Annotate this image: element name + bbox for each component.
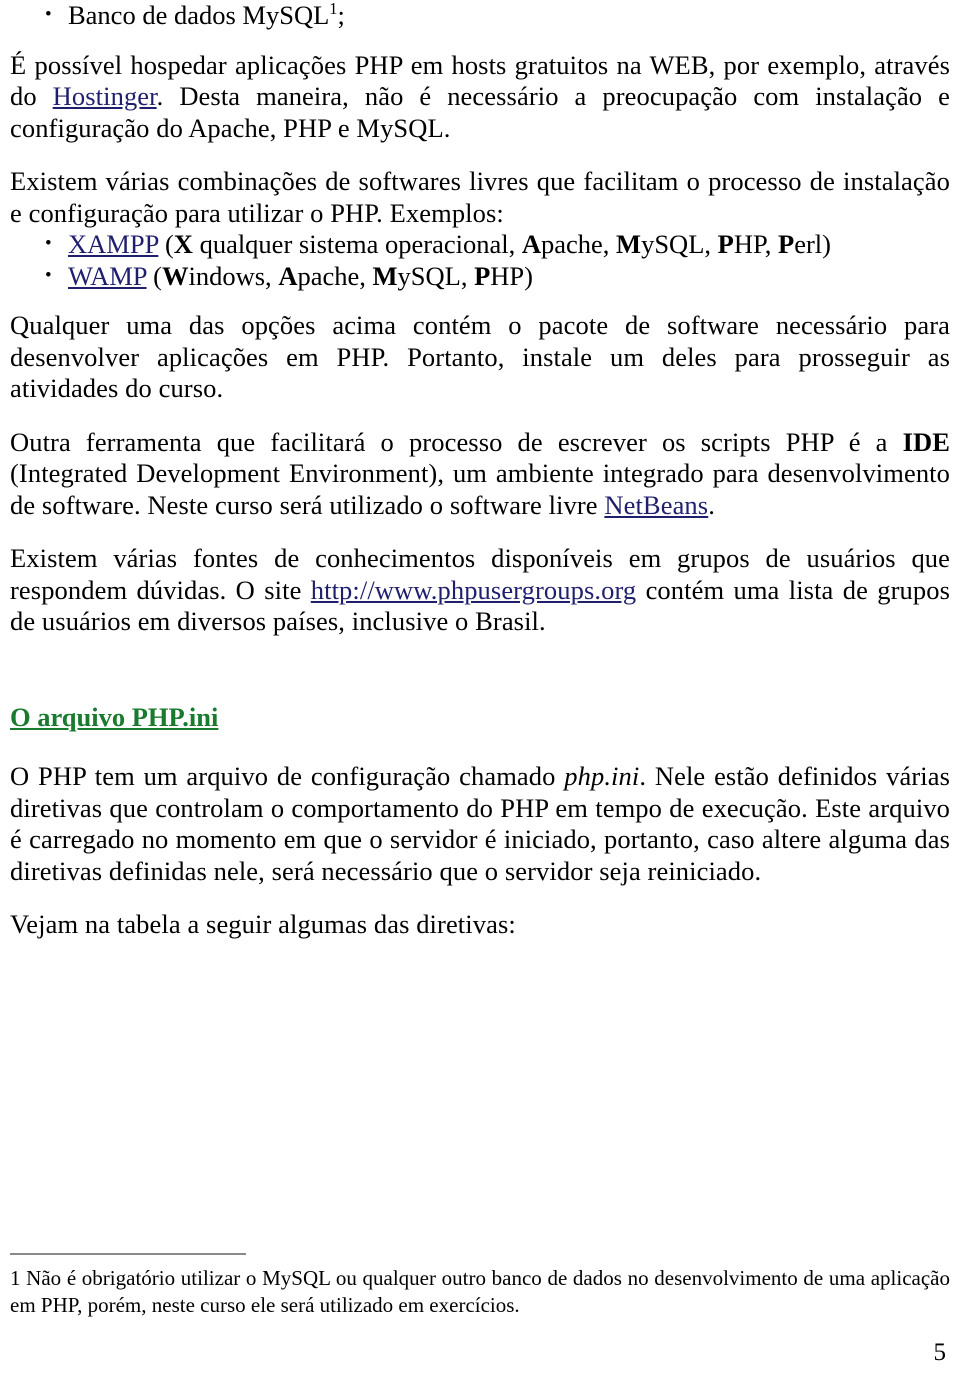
wamp-b2: A bbox=[278, 260, 298, 291]
xampp-t4: HP, bbox=[733, 229, 779, 259]
footnote-separator bbox=[10, 1253, 246, 1255]
paragraph-tabela: Vejam na tabela a seguir algumas das dir… bbox=[10, 909, 516, 939]
xampp-b3: M bbox=[616, 229, 642, 259]
xampp-open: ( bbox=[158, 229, 174, 259]
wamp-b3: M bbox=[372, 260, 398, 291]
bullet-mysql-suffix: ; bbox=[337, 0, 345, 30]
list-item-wamp: WAMP (Windows, Apache, MySQL, PHP) bbox=[10, 260, 950, 293]
page-title-phpini: O arquivo PHP.ini bbox=[10, 701, 219, 732]
wamp-b1: W bbox=[161, 260, 189, 291]
footnote-marker-ref: 1 bbox=[329, 0, 338, 19]
link-phpusergroups[interactable]: http://www.phpusergroups.org bbox=[311, 575, 636, 605]
footnote-number: 1 bbox=[10, 1266, 21, 1290]
bullet-mysql-text: Banco de dados MySQL bbox=[68, 0, 330, 30]
paragraph-phpini: O PHP tem um arquivo de configuração cha… bbox=[10, 761, 950, 887]
footnote-body: Não é obrigatório utilizar o MySQL ou qu… bbox=[10, 1266, 950, 1317]
wamp-t4: HP) bbox=[490, 260, 533, 291]
link-hostinger[interactable]: Hostinger bbox=[53, 81, 157, 111]
wamp-b4: P bbox=[474, 260, 491, 291]
xampp-t2: pache, bbox=[541, 229, 617, 259]
xampp-t5: erl) bbox=[794, 229, 831, 259]
paragraph-phpini-italic: php.ini bbox=[564, 761, 640, 791]
wamp-t2: pache, bbox=[297, 260, 373, 291]
examples-bullet-list: XAMPP (X qualquer sistema operacional, A… bbox=[10, 228, 950, 293]
xampp-b4: P bbox=[717, 229, 734, 259]
paragraph-ide-part1: Outra ferramenta que facilitará o proces… bbox=[10, 426, 903, 457]
paragraph-ide: Outra ferramenta que facilitará o proces… bbox=[10, 427, 950, 522]
xampp-t3: ySQL, bbox=[641, 229, 718, 259]
paragraph-fontes: Existem várias fontes de conhecimentos d… bbox=[10, 543, 950, 638]
xampp-b5: P bbox=[778, 229, 795, 259]
paragraph-phpini-part1: O PHP tem um arquivo de configuração cha… bbox=[10, 761, 565, 791]
paragraph-ide-part2: (Integrated Development Environment), um… bbox=[10, 458, 950, 520]
paragraph-ide-part3: . bbox=[708, 489, 715, 520]
list-item-xampp: XAMPP (X qualquer sistema operacional, A… bbox=[10, 228, 950, 261]
link-wamp[interactable]: WAMP bbox=[68, 261, 147, 291]
paragraph-ide-bold: IDE bbox=[902, 426, 950, 457]
paragraph-combinacoes: Existem várias combinações de softwares … bbox=[10, 166, 950, 228]
list-item-mysql: Banco de dados MySQL1; bbox=[10, 0, 950, 32]
xampp-t1: qualquer sistema operacional, bbox=[192, 229, 522, 259]
top-bullet-list: Banco de dados MySQL1; bbox=[10, 0, 950, 32]
paragraph-hosting: É possível hospedar aplicações PHP em ho… bbox=[10, 50, 950, 145]
paragraph-qualquer: Qualquer uma das opções acima contém o p… bbox=[10, 310, 950, 403]
xampp-b1: X bbox=[173, 229, 193, 259]
link-xampp[interactable]: XAMPP bbox=[68, 229, 158, 259]
page-number: 5 bbox=[933, 1339, 947, 1366]
document-page: Banco de dados MySQL1; É possível hosped… bbox=[0, 0, 960, 1377]
footnote-area: 1 Não é obrigatório utilizar o MySQL ou … bbox=[10, 1253, 950, 1319]
xampp-b2: A bbox=[521, 229, 541, 259]
link-netbeans[interactable]: NetBeans bbox=[604, 490, 708, 520]
wamp-open: ( bbox=[146, 260, 162, 291]
section-heading-wrap: O arquivo PHP.ini bbox=[10, 702, 950, 734]
wamp-t3: ySQL, bbox=[397, 260, 475, 291]
footnote-text: 1 Não é obrigatório utilizar o MySQL ou … bbox=[10, 1265, 950, 1319]
wamp-t1: indows, bbox=[188, 260, 279, 291]
